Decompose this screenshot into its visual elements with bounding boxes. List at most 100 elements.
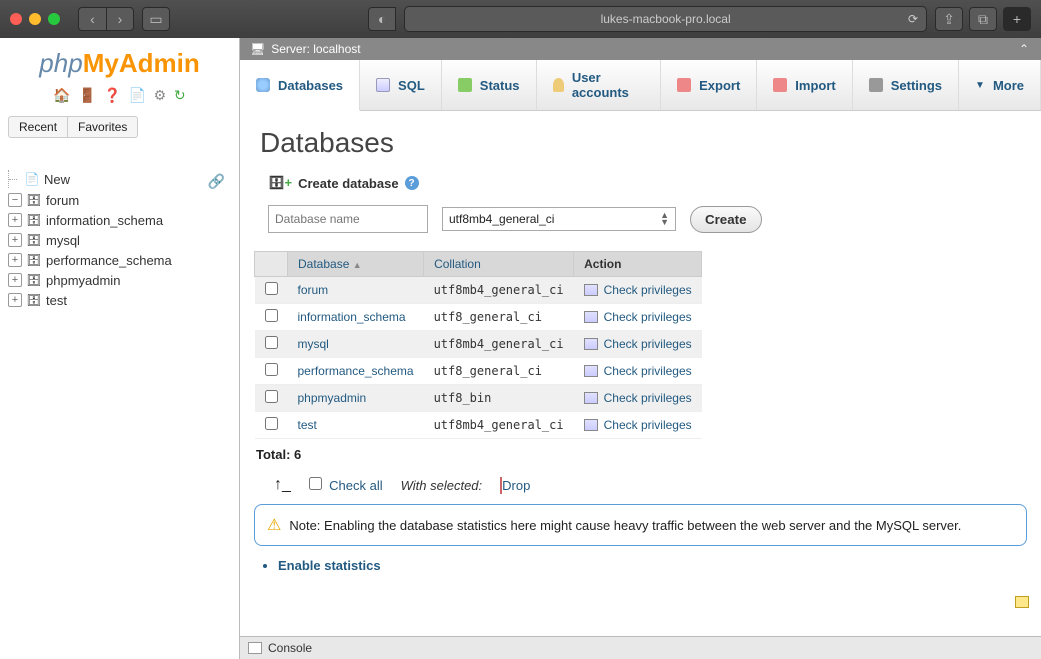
close-window-button[interactable] <box>10 13 22 25</box>
chevron-down-icon: ▼ <box>975 80 985 91</box>
databases-icon <box>256 78 270 92</box>
check-privileges-link[interactable]: Check privileges <box>584 364 692 378</box>
db-link-test[interactable]: test <box>298 418 317 432</box>
console-bar[interactable]: Console <box>240 636 1041 659</box>
tab-sql[interactable]: SQL <box>360 60 442 110</box>
logout-icon[interactable]: 🚪 <box>78 87 95 103</box>
recent-tab[interactable]: Recent <box>8 116 68 138</box>
row-checkbox[interactable] <box>265 309 278 322</box>
check-privileges-link[interactable]: Check privileges <box>584 391 692 405</box>
arrow-up-icon: ↑_ <box>274 476 291 494</box>
users-icon <box>553 78 564 92</box>
settings-tab-icon <box>869 78 883 92</box>
drop-action[interactable]: Drop <box>500 478 530 493</box>
link-icon[interactable]: 🔗 <box>208 173 225 190</box>
db-link-mysql[interactable]: mysql <box>298 337 329 351</box>
action-column-header: Action <box>574 252 702 277</box>
tree-item-test[interactable]: + 🗄 test <box>8 290 231 310</box>
tree-item-mysql[interactable]: + 🗄 mysql <box>8 230 231 250</box>
favorites-tab[interactable]: Favorites <box>68 116 138 138</box>
maximize-window-button[interactable] <box>48 13 60 25</box>
tabs-button[interactable]: ⧉ <box>969 7 997 31</box>
back-button[interactable]: ‹ <box>78 7 106 31</box>
phpmyadmin-logo[interactable]: phpMyAdmin <box>0 38 239 83</box>
add-database-icon: 🗄+ <box>268 175 292 191</box>
corner-badge-icon[interactable] <box>1015 596 1029 608</box>
home-icon[interactable]: 🏠 <box>53 87 70 103</box>
expand-icon[interactable]: + <box>8 273 22 287</box>
tab-settings[interactable]: Settings <box>853 60 959 110</box>
privileges-icon <box>584 419 598 431</box>
settings-icon[interactable]: ⚙ <box>154 87 167 103</box>
tab-databases[interactable]: Databases <box>240 60 360 111</box>
collation-column-header[interactable]: Collation <box>424 252 574 277</box>
forward-button[interactable]: › <box>106 7 134 31</box>
database-icon: 🗄 <box>26 272 42 288</box>
tree-item-forum[interactable]: − 🗄 forum <box>8 190 231 210</box>
server-breadcrumb[interactable]: 🖥 Server: localhost ⌃ <box>240 38 1041 60</box>
new-db-icon: 📄 <box>24 171 40 187</box>
enable-statistics-link[interactable]: Enable statistics <box>278 558 1027 573</box>
tree-item-phpmyadmin[interactable]: + 🗄 phpmyadmin <box>8 270 231 290</box>
console-toggle-icon[interactable] <box>248 642 262 654</box>
expand-icon[interactable]: + <box>8 253 22 267</box>
expand-icon[interactable]: + <box>8 213 22 227</box>
tree-item-information-schema[interactable]: + 🗄 information_schema <box>8 210 231 230</box>
sidebar-toolbar: 🏠 🚪 ❓ 📄 ⚙ ↻ <box>0 83 239 112</box>
share-button[interactable]: ⇪ <box>935 7 963 31</box>
row-checkbox[interactable] <box>265 390 278 403</box>
database-name-input[interactable] <box>268 205 428 233</box>
warning-icon: ⚠ <box>267 515 281 535</box>
table-row: mysqlutf8mb4_general_ciCheck privileges <box>255 331 702 358</box>
sidebar-toggle-button[interactable]: ▭ <box>142 7 170 31</box>
status-icon <box>458 78 472 92</box>
db-link-performance-schema[interactable]: performance_schema <box>298 364 414 378</box>
sidebar: phpMyAdmin 🏠 🚪 ❓ 📄 ⚙ ↻ Recent Favorites … <box>0 38 240 659</box>
help-icon[interactable]: ? <box>405 176 419 190</box>
db-link-information-schema[interactable]: information_schema <box>298 310 406 324</box>
reload-icon[interactable]: ⟳ <box>908 12 918 26</box>
collapse-panel-icon[interactable]: ⌃ <box>1019 42 1029 56</box>
row-checkbox[interactable] <box>265 282 278 295</box>
check-privileges-link[interactable]: Check privileges <box>584 310 692 324</box>
check-privileges-link[interactable]: Check privileges <box>584 337 692 351</box>
db-link-phpmyadmin[interactable]: phpmyadmin <box>298 391 367 405</box>
docs-icon[interactable]: ❓ <box>104 87 121 103</box>
content-area: 🖥 Server: localhost ⌃ Databases SQL Stat… <box>240 38 1041 659</box>
reader-button[interactable]: ◐ <box>368 7 396 31</box>
collapse-icon[interactable]: − <box>8 193 22 207</box>
tab-user-accounts[interactable]: User accounts <box>537 60 662 110</box>
row-checkbox[interactable] <box>265 336 278 349</box>
collation-select[interactable]: utf8mb4_general_ci ▲▼ <box>442 207 676 231</box>
tab-status[interactable]: Status <box>442 60 537 110</box>
address-bar[interactable]: lukes-macbook-pro.local ⟳ <box>404 6 927 32</box>
tab-import[interactable]: Import <box>757 60 852 110</box>
table-row: forumutf8mb4_general_ciCheck privileges <box>255 277 702 304</box>
tree-item-new[interactable]: 📄 New <box>8 168 231 190</box>
sql-query-icon[interactable]: 📄 <box>129 87 146 103</box>
database-column-header[interactable]: Database ▲ <box>288 252 424 277</box>
sort-asc-icon: ▲ <box>353 260 362 270</box>
check-all-link[interactable]: Check all <box>329 478 382 493</box>
create-button[interactable]: Create <box>690 206 762 233</box>
check-privileges-link[interactable]: Check privileges <box>584 418 692 432</box>
row-checkbox[interactable] <box>265 363 278 376</box>
reload-nav-icon[interactable]: ↻ <box>174 87 186 103</box>
browser-chrome: ‹ › ▭ ◐ lukes-macbook-pro.local ⟳ ⇪ ⧉ + <box>0 0 1041 38</box>
check-all-checkbox[interactable] <box>309 477 322 490</box>
expand-icon[interactable]: + <box>8 293 22 307</box>
table-row: phpmyadminutf8_binCheck privileges <box>255 385 702 412</box>
tab-more[interactable]: ▼More <box>959 60 1041 110</box>
top-tabs: Databases SQL Status User accounts Expor… <box>240 60 1041 111</box>
tree-item-performance-schema[interactable]: + 🗄 performance_schema <box>8 250 231 270</box>
expand-icon[interactable]: + <box>8 233 22 247</box>
note-box: ⚠ Note: Enabling the database statistics… <box>254 504 1027 546</box>
with-selected-label: With selected: <box>401 478 483 493</box>
minimize-window-button[interactable] <box>29 13 41 25</box>
export-icon <box>677 78 691 92</box>
db-link-forum[interactable]: forum <box>298 283 329 297</box>
new-tab-button[interactable]: + <box>1003 7 1031 31</box>
row-checkbox[interactable] <box>265 417 278 430</box>
tab-export[interactable]: Export <box>661 60 757 110</box>
check-privileges-link[interactable]: Check privileges <box>584 283 692 297</box>
